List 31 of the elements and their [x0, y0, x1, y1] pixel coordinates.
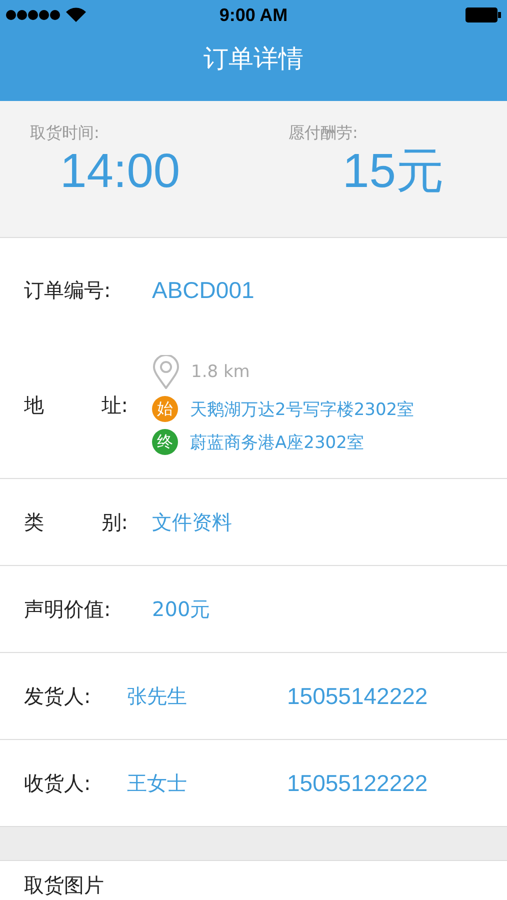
distance-text: 1.8 km — [191, 362, 250, 382]
phone-number: 15055142222 — [287, 682, 428, 710]
location-pin-icon — [153, 355, 179, 389]
wifi-icon — [65, 7, 87, 23]
address-text: 蔚蓝商务港A座2302室 — [190, 432, 364, 454]
status-time: 9:00 AM — [219, 4, 288, 26]
field-label: 订单编号: — [24, 276, 112, 304]
stop-badge: 始 — [152, 396, 178, 422]
address-text: 天鹅湖万达2号写字楼2302室 — [190, 398, 414, 420]
field-label: 别: — [101, 508, 128, 536]
field-label: 地 — [24, 392, 44, 418]
field-label: 类 — [24, 508, 44, 536]
summary-value: 15元 — [342, 148, 445, 196]
summary-value: 14:00 — [59, 148, 182, 196]
contact-name: 王女士 — [127, 770, 188, 796]
page-title: 订单详情 — [204, 43, 304, 75]
stop-badge: 终 — [152, 429, 178, 455]
summary-label: 愿付酬劳: — [288, 123, 359, 144]
battery-icon — [464, 7, 501, 23]
contact-name: 张先生 — [127, 682, 188, 710]
signal-icon — [6, 9, 61, 21]
field-label: 发货人: — [24, 682, 92, 710]
summary-label: 取货时间: — [30, 123, 100, 144]
phone-number: 15055122222 — [287, 770, 428, 796]
field-value: 文件资料 — [152, 508, 232, 536]
section-label: 取货图片 — [24, 872, 105, 899]
field-label: 址: — [101, 392, 128, 418]
order-number: ABCD001 — [152, 276, 254, 304]
field-label: 声明价值: — [24, 596, 112, 622]
field-label: 收货人: — [24, 770, 92, 796]
field-value: 200元 — [152, 596, 210, 622]
